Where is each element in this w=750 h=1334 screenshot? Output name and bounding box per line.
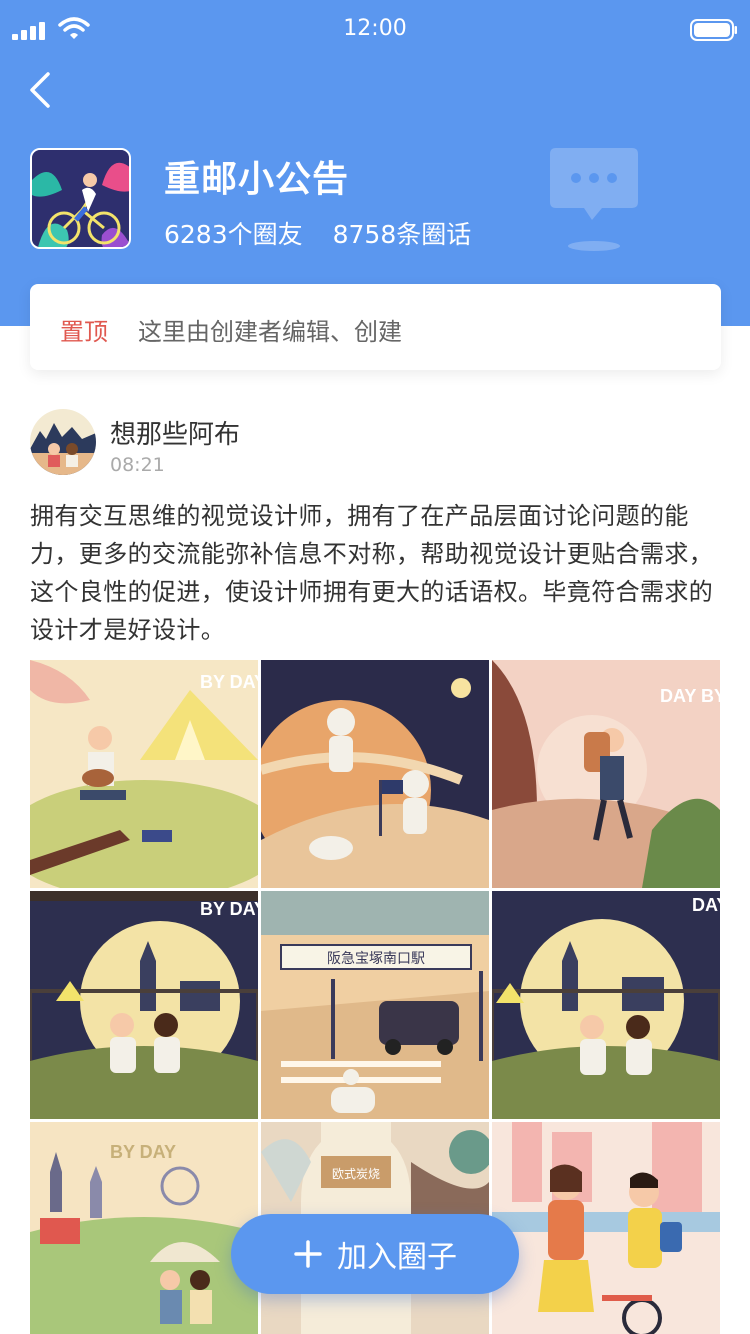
post-author-name[interactable]: 想那些阿布 <box>110 414 240 451</box>
photo-caption: BY DAY <box>110 1142 176 1162</box>
chevron-left-icon <box>30 72 50 108</box>
post-photo[interactable]: BY DAY <box>30 660 258 888</box>
post-author-avatar[interactable] <box>30 409 96 475</box>
back-button[interactable] <box>24 66 64 114</box>
photo-caption: DAY BY DAY <box>692 895 720 915</box>
circle-stats: 6283个圈友 8758条圈话 <box>164 215 471 251</box>
pinned-tag: 置顶 <box>60 318 108 346</box>
photo-caption: DAY BY DAY <box>660 686 720 706</box>
status-bar: 12:00 <box>0 0 750 60</box>
post-photo[interactable] <box>492 1122 720 1334</box>
post-time: 08:21 <box>110 454 165 476</box>
plus-icon <box>294 1240 322 1268</box>
post-photo[interactable] <box>261 660 489 888</box>
circle-avatar <box>30 148 131 249</box>
pinned-text: 这里由创建者编辑、创建 <box>138 318 402 346</box>
post-photo[interactable]: BY DAY <box>30 891 258 1119</box>
chat-bubble-icon <box>550 148 638 251</box>
member-count: 6283个圈友 <box>164 220 303 249</box>
photo-caption: BY DAY <box>200 899 258 919</box>
post-photo[interactable]: DAY BY DAY <box>492 891 720 1119</box>
post-photo[interactable]: 阪急宝塚南口駅 <box>261 891 489 1119</box>
post-body: 拥有交互思维的视觉设计师，拥有了在产品层面讨论问题的能力，更多的交流能弥补信息不… <box>30 502 714 644</box>
pinned-card[interactable]: 置顶 这里由创建者编辑、创建 <box>30 284 721 370</box>
join-button-label: 加入圈子 <box>337 1240 457 1275</box>
circle-title: 重邮小公告 <box>164 159 350 200</box>
photo-caption: 欧式炭烧 <box>332 1167 380 1181</box>
photo-caption: 阪急宝塚南口駅 <box>327 951 425 967</box>
join-circle-button[interactable]: 加入圈子 <box>231 1214 519 1294</box>
photo-caption: BY DAY <box>200 672 258 692</box>
post-photo[interactable]: DAY BY DAY <box>492 660 720 888</box>
post-photo[interactable]: BY DAY <box>30 1122 258 1334</box>
post-count: 8758条圈话 <box>332 220 472 249</box>
status-time: 12:00 <box>343 16 407 41</box>
battery-icon <box>690 19 737 41</box>
